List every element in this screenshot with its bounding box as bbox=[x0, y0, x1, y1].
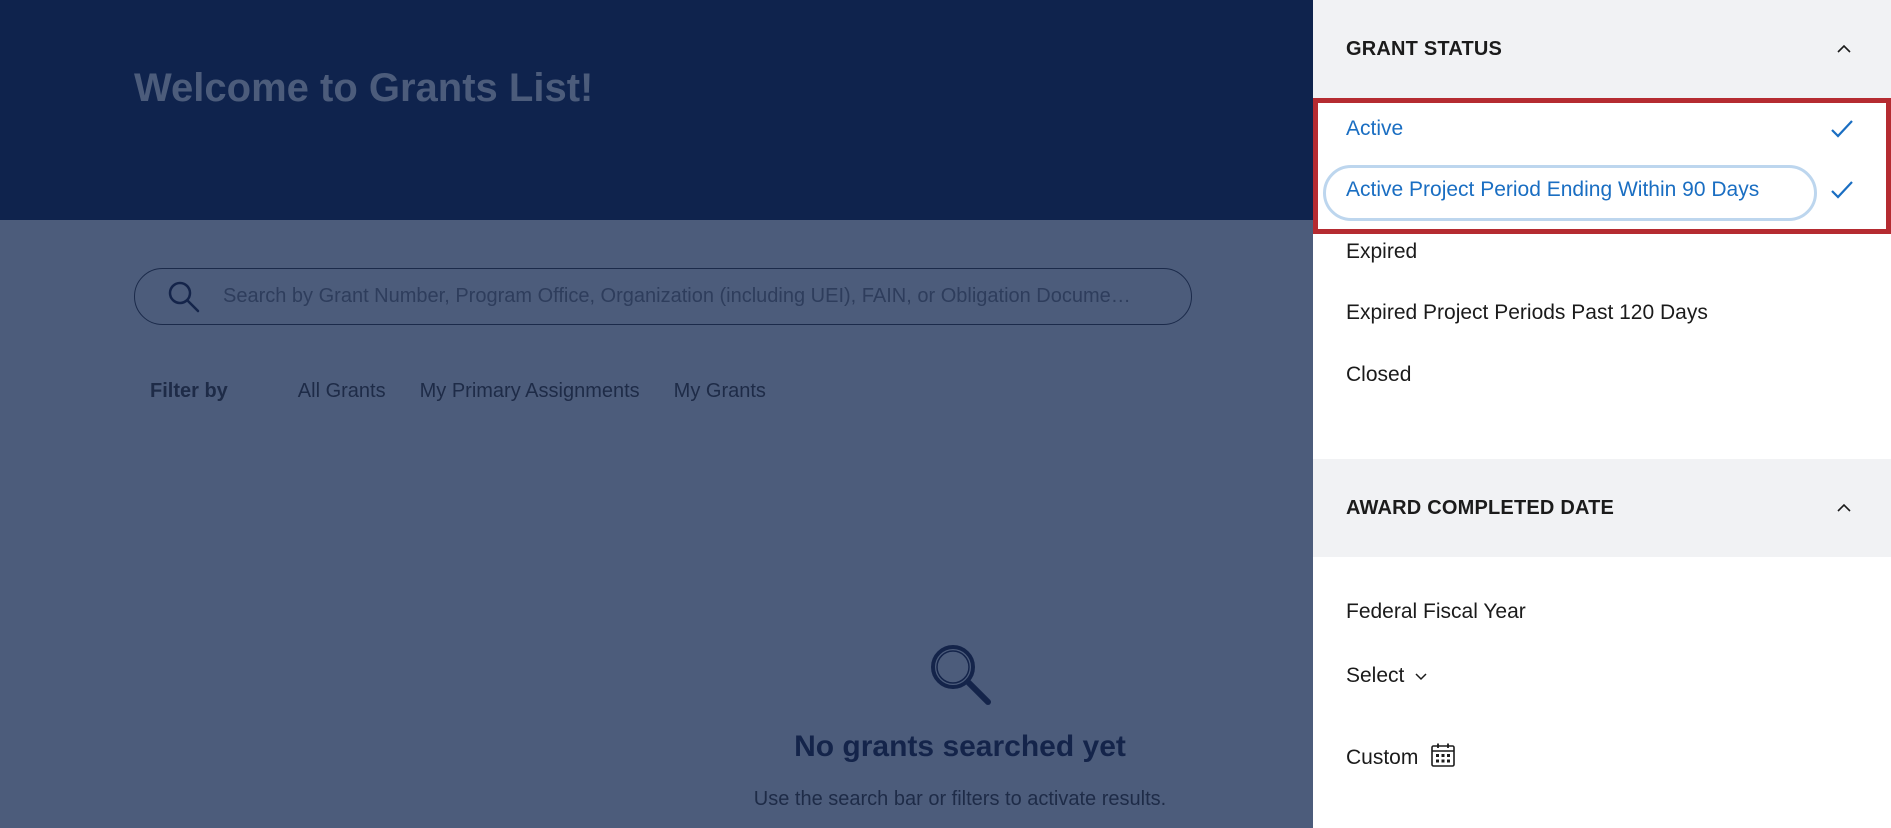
hero-banner: Welcome to Grants List! bbox=[0, 0, 1313, 220]
custom-label: Custom bbox=[1346, 746, 1419, 769]
status-item-label: Expired bbox=[1346, 239, 1418, 263]
search-bar[interactable] bbox=[134, 268, 1192, 325]
status-item-active[interactable]: Active bbox=[1313, 98, 1891, 160]
filter-row: Filter by All Grants My Primary Assignme… bbox=[150, 380, 800, 403]
status-item-active-ending-90-days[interactable]: Active Project Period Ending Within 90 D… bbox=[1313, 160, 1891, 222]
filter-my-grants[interactable]: My Grants bbox=[674, 380, 766, 403]
filter-my-primary-assignments[interactable]: My Primary Assignments bbox=[420, 380, 640, 403]
select-label: Select bbox=[1346, 664, 1405, 687]
filter-panel: GRANT STATUS Active Active Project Perio… bbox=[1313, 0, 1891, 828]
award-completed-date-title: AWARD COMPLETED DATE bbox=[1346, 496, 1615, 519]
status-item-expired[interactable]: Expired bbox=[1313, 221, 1891, 283]
filter-all-grants[interactable]: All Grants bbox=[298, 380, 386, 403]
app: Welcome to Grants List! Filter by All Gr… bbox=[0, 0, 1891, 828]
calendar-icon[interactable] bbox=[1430, 742, 1456, 768]
empty-state-subtitle: Use the search bar or filters to activat… bbox=[753, 788, 1167, 810]
check-icon bbox=[1831, 119, 1853, 138]
check-icon bbox=[1831, 181, 1853, 199]
page-title: Welcome to Grants List! bbox=[134, 66, 594, 110]
fiscal-year-label: Federal Fiscal Year bbox=[1346, 600, 1526, 623]
search-input[interactable] bbox=[223, 276, 1191, 317]
filter-label: Filter by bbox=[150, 380, 228, 402]
status-item-label: Expired Project Periods Past 120 Days bbox=[1346, 301, 1708, 325]
status-item-expired-past-120-days[interactable]: Expired Project Periods Past 120 Days bbox=[1313, 283, 1891, 345]
status-item-closed[interactable]: Closed bbox=[1313, 344, 1891, 406]
status-item-label: Closed bbox=[1346, 362, 1412, 386]
award-completed-date-header[interactable]: AWARD COMPLETED DATE bbox=[1313, 459, 1891, 557]
status-item-label: Active Project Period Ending Within 90 D… bbox=[1346, 178, 1760, 202]
grant-status-title: GRANT STATUS bbox=[1346, 37, 1503, 60]
empty-state: No grants searched yet Use the search ba… bbox=[660, 640, 1260, 811]
grant-status-list: Active Active Project Period Ending With… bbox=[1313, 98, 1891, 406]
magnifier-icon bbox=[931, 645, 991, 705]
chevron-up-icon[interactable] bbox=[1835, 40, 1853, 58]
main-area: Filter by All Grants My Primary Assignme… bbox=[0, 220, 1313, 828]
grant-status-header[interactable]: GRANT STATUS bbox=[1313, 0, 1891, 98]
search-icon bbox=[168, 281, 200, 312]
status-item-label: Active bbox=[1346, 116, 1404, 140]
chevron-up-icon[interactable] bbox=[1835, 499, 1853, 517]
custom-date-control[interactable]: Custom bbox=[1346, 743, 1456, 770]
empty-state-title: No grants searched yet bbox=[794, 730, 1126, 763]
chevron-down-icon bbox=[1415, 673, 1427, 681]
fiscal-year-select[interactable]: Select bbox=[1346, 664, 1428, 688]
